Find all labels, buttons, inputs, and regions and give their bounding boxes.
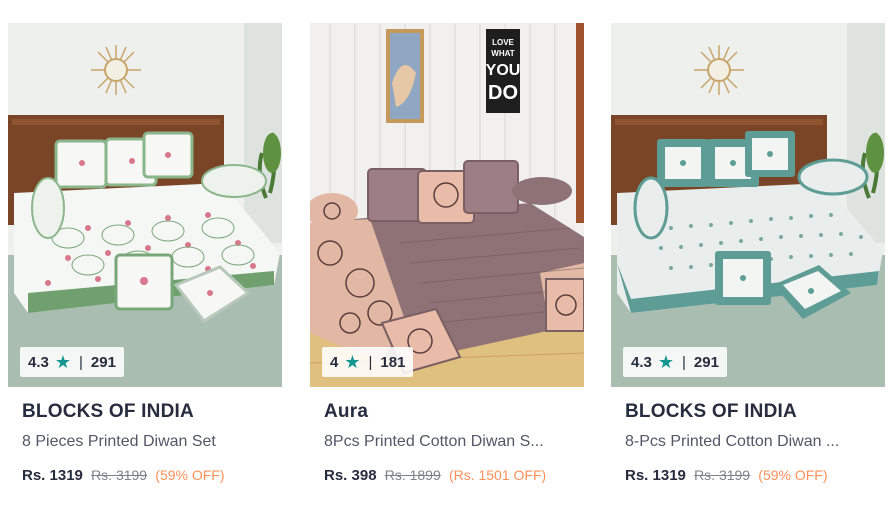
star-icon: ★: [657, 352, 674, 372]
product-price: Rs. 398: [324, 467, 377, 484]
product-image[interactable]: LOVE WHAT YOU DO 4 ★ | 181: [310, 23, 584, 387]
product-discount: (Rs. 1501 OFF): [448, 467, 547, 483]
product-image[interactable]: 4.3 ★ | 291: [611, 23, 885, 387]
product-info[interactable]: Aura 8Pcs Printed Cotton Diwan S... Rs. …: [324, 401, 576, 484]
product-mrp: Rs. 3199: [91, 467, 148, 483]
product-info[interactable]: BLOCKS OF INDIA 8-Pcs Printed Cotton Diw…: [625, 401, 877, 484]
rating-separator: |: [682, 353, 686, 371]
price-row: Rs. 1319 Rs. 3199 (59% OFF): [22, 467, 274, 484]
product-name: 8Pcs Printed Cotton Diwan S...: [324, 433, 544, 450]
product-discount: (59% OFF): [758, 467, 828, 483]
product-name: 8 Pieces Printed Diwan Set: [22, 433, 216, 450]
star-icon: ★: [54, 352, 71, 372]
product-image[interactable]: 4.3 ★ | 291: [8, 23, 282, 387]
rating-count: 291: [90, 353, 116, 371]
poster-text: LOVE: [492, 38, 514, 47]
rating-value: 4.3: [28, 353, 49, 371]
product-photo-white-green-floral: [8, 23, 282, 387]
rating-badge: 4.3 ★ | 291: [623, 347, 727, 377]
product-card-3[interactable]: 4.3 ★ | 291 BLOCKS OF INDIA 8-Pcs Printe…: [611, 23, 885, 503]
product-card-1[interactable]: 4.3 ★ | 291 BLOCKS OF INDIA 8 Pieces Pri…: [8, 23, 282, 503]
rating-badge: 4.3 ★ | 291: [20, 347, 124, 377]
product-mrp: Rs. 1899: [384, 467, 441, 483]
rating-separator: |: [368, 353, 373, 371]
rating-count: 291: [693, 353, 719, 371]
price-row: Rs. 1319 Rs. 3199 (59% OFF): [625, 467, 877, 484]
product-discount: (59% OFF): [155, 467, 225, 483]
rating-badge: 4 ★ | 181: [322, 347, 414, 377]
product-photo-teal-block-print: [611, 23, 885, 387]
product-card-2[interactable]: LOVE WHAT YOU DO 4 ★ | 181 Aura 8Pcs Pri…: [310, 23, 584, 503]
rating-separator: |: [79, 353, 83, 371]
product-price: Rs. 1319: [625, 467, 686, 484]
rating-value: 4.3: [631, 353, 652, 371]
product-brand: BLOCKS OF INDIA: [625, 401, 797, 422]
product-photo-peach-brown-floral: LOVE WHAT YOU DO: [310, 23, 584, 387]
star-icon: ★: [344, 352, 361, 372]
svg-text:DO: DO: [488, 82, 518, 104]
price-row: Rs. 398 Rs. 1899 (Rs. 1501 OFF): [324, 467, 576, 484]
product-mrp: Rs. 3199: [694, 467, 751, 483]
svg-text:YOU: YOU: [486, 62, 521, 79]
product-price: Rs. 1319: [22, 467, 83, 484]
rating-value: 4: [330, 353, 339, 371]
product-brand: BLOCKS OF INDIA: [22, 401, 194, 422]
product-brand: Aura: [324, 401, 369, 422]
product-name: 8-Pcs Printed Cotton Diwan ...: [625, 433, 840, 450]
product-info[interactable]: BLOCKS OF INDIA 8 Pieces Printed Diwan S…: [22, 401, 274, 484]
svg-text:WHAT: WHAT: [491, 49, 515, 58]
rating-count: 181: [380, 353, 406, 371]
